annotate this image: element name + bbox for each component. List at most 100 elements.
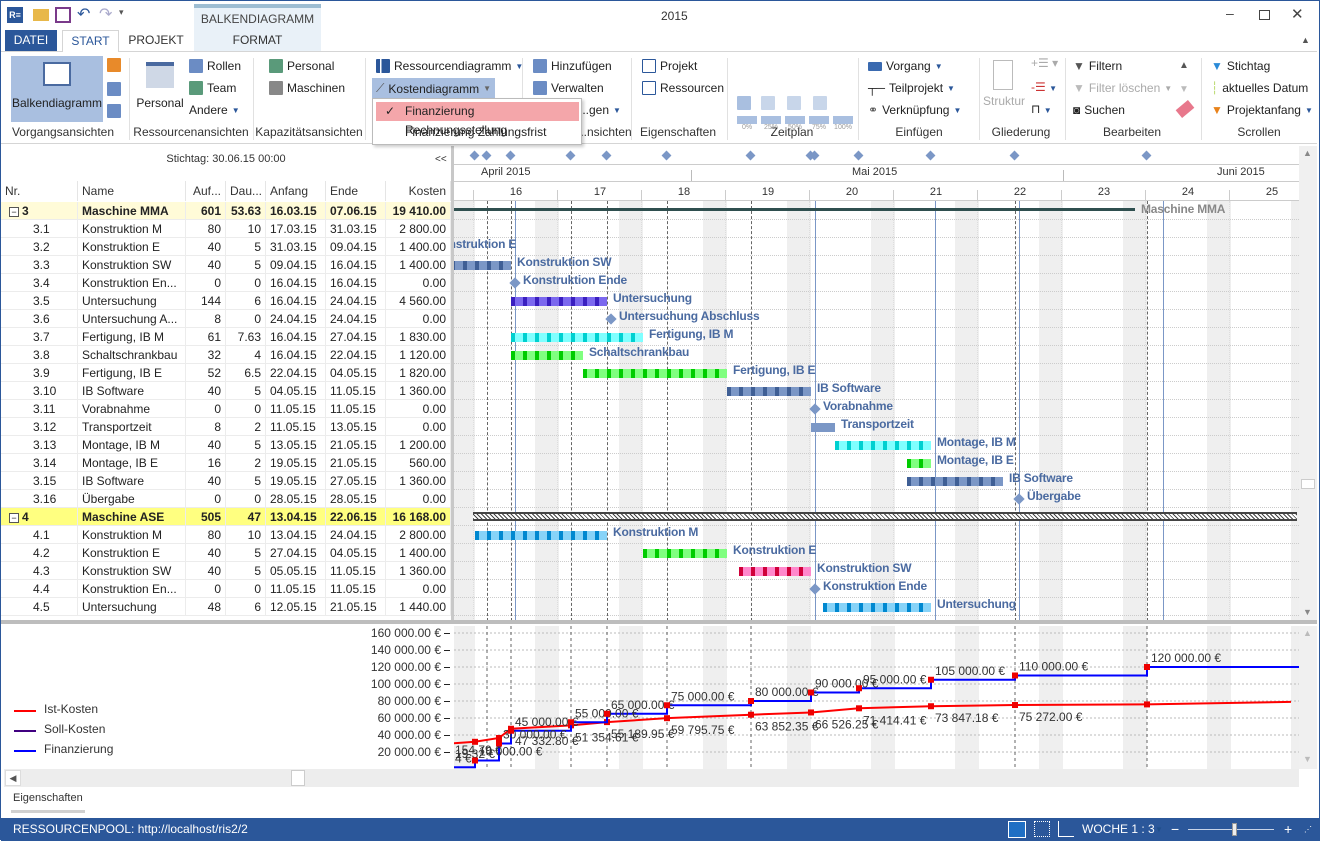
personal-view-button[interactable]: Personal <box>136 58 184 118</box>
table-row[interactable]: 3.11 Vorabnahme 0 0 11.05.15 11.05.15 0.00 <box>1 400 451 418</box>
task-bar[interactable] <box>823 603 931 612</box>
chart-splitter[interactable] <box>1 620 1317 624</box>
task-sheet-icon[interactable] <box>107 58 121 72</box>
task-bar[interactable] <box>511 333 643 342</box>
verwalten-button[interactable]: Verwalten <box>533 78 604 98</box>
minimize-button[interactable]: – <box>1226 5 1234 21</box>
column-header-4[interactable]: Anfang <box>266 181 326 201</box>
aktuelles-datum-button[interactable]: ┆ aktuelles Datum <box>1211 78 1308 98</box>
menu-item-finanzierung-zahlungsfrist[interactable]: Finanzierung Zahlungsfrist <box>376 123 579 142</box>
task-bar[interactable] <box>583 369 727 378</box>
table-row[interactable]: 3.1 Konstruktion M 80 10 17.03.15 31.03.15 2 8… <box>1 220 451 238</box>
rollen-button[interactable]: Rollen <box>189 56 241 76</box>
close-button[interactable]: ✕ <box>1291 5 1304 23</box>
collapse-table-button[interactable]: << <box>435 154 447 165</box>
kostendiagramm-dropdown[interactable]: ⟋ Kostendiagramm ▼ <box>372 78 496 99</box>
respect-links-icon[interactable] <box>737 96 751 110</box>
scroll-up-arrow[interactable]: ▲ <box>1303 628 1312 638</box>
table-row[interactable]: 3.3 Konstruktion SW 40 5 09.04.15 16.04.15 1 4… <box>1 256 451 274</box>
table-row[interactable]: 4.3 Konstruktion SW 40 5 05.05.15 11.05.15 1 3… <box>1 562 451 580</box>
table-row[interactable]: 3.14 Montage, IB E 16 2 19.05.15 21.05.15 560.… <box>1 454 451 472</box>
column-header-3[interactable]: Dau... <box>226 181 266 201</box>
task-bar[interactable] <box>907 459 931 468</box>
task-bar[interactable] <box>835 441 931 450</box>
kapazitaet-personal-button[interactable]: Personal <box>269 56 334 76</box>
split-task-icon[interactable] <box>787 96 801 110</box>
save-icon[interactable] <box>55 7 71 23</box>
network-view-icon[interactable] <box>107 82 121 96</box>
ressourcendiagramm-dropdown[interactable]: Ressourcendiagramm ▼ <box>376 56 523 76</box>
undo-icon[interactable]: ↶ <box>77 7 93 23</box>
task-bar[interactable] <box>511 297 607 306</box>
zoom-in-button[interactable]: + <box>1284 818 1292 841</box>
collapse-toggle-icon[interactable]: − <box>9 513 19 523</box>
scroll-down-arrow[interactable]: ▼ <box>1303 754 1312 764</box>
table-row[interactable]: 3.5 Untersuchung 144 6 16.04.15 24.04.15 4 560… <box>1 292 451 310</box>
vorgang-dropdown[interactable]: Vorgang ▼ <box>868 56 943 76</box>
scroll-up-icon[interactable]: ▲ <box>1179 60 1189 71</box>
indent-icon[interactable]: +☰ ▾ <box>1031 56 1058 70</box>
suchen-button[interactable]: ◙ Suchen <box>1073 100 1125 120</box>
eraser-icon[interactable] <box>1175 100 1195 118</box>
teilprojekt-dropdown[interactable]: ┬─ Teilprojekt ▼ <box>868 78 955 98</box>
zoom-slider-thumb[interactable] <box>1232 823 1238 836</box>
table-row[interactable]: 3.10 IB Software 40 5 04.05.15 11.05.15 1 360.… <box>1 382 451 400</box>
column-header-1[interactable]: Name <box>78 181 186 201</box>
tab-format[interactable]: FORMAT <box>194 30 321 51</box>
table-row[interactable]: 3.16 Übergabe 0 0 28.05.15 28.05.15 0.00 <box>1 490 451 508</box>
summary-row[interactable]: −3 Maschine MMA 601 53.63 16.03.15 07.06.15 19… <box>1 202 451 220</box>
tab-projekt[interactable]: PROJEKT <box>123 30 189 51</box>
resource-view-status-icon[interactable] <box>1034 821 1050 837</box>
resize-grip-icon[interactable]: ⋰ <box>1304 818 1312 841</box>
task-bar[interactable] <box>454 261 511 270</box>
struktur-button[interactable]: Struktur <box>981 58 1027 122</box>
task-bar[interactable] <box>511 351 583 360</box>
gantt-vertical-scrollbar[interactable]: ▲ ▼ <box>1299 146 1317 621</box>
table-row[interactable]: 4.1 Konstruktion M 80 10 13.04.15 24.04.15 2 8… <box>1 526 451 544</box>
column-header-5[interactable]: Ende <box>326 181 386 201</box>
table-row[interactable]: 3.6 Untersuchung A... 8 0 24.04.15 24.04.15 0.… <box>1 310 451 328</box>
column-header-2[interactable]: Auf... <box>186 181 226 201</box>
task-bar[interactable] <box>475 531 607 540</box>
task-bar[interactable] <box>811 423 835 432</box>
calendar-view-icon[interactable] <box>107 104 121 118</box>
chart-view-status-icon[interactable] <box>1058 821 1074 837</box>
open-folder-icon[interactable] <box>33 9 49 21</box>
horizontal-scrollbar[interactable]: ◀ <box>4 769 1299 787</box>
gantt-view-status-icon[interactable] <box>1008 821 1026 838</box>
task-bar[interactable] <box>907 477 1003 486</box>
column-header-0[interactable]: Nr. <box>1 181 78 201</box>
table-row[interactable]: 4.2 Konstruktion E 40 5 27.04.15 04.05.15 1 40… <box>1 544 451 562</box>
customize-dropdown-icon[interactable]: ▾ <box>119 7 127 23</box>
column-header-6[interactable]: Kosten <box>386 181 451 201</box>
menu-item-finanzierung-rechnungsstellung[interactable]: ✓ Finanzierung Rechnungsstellung <box>376 102 579 137</box>
outdent-icon[interactable]: -☰ ▼ <box>1031 80 1057 94</box>
filter-loeschen-button[interactable]: ▼ Filter löschen ▼ <box>1073 78 1172 98</box>
kapazitaet-maschinen-button[interactable]: Maschinen <box>269 78 345 98</box>
tab-datei[interactable]: DATEI <box>5 30 57 51</box>
task-bar[interactable] <box>739 567 811 576</box>
projektanfang-dropdown[interactable]: ▼ Projektanfang ▼ <box>1211 100 1313 120</box>
scroll-up-arrow[interactable]: ▲ <box>1303 148 1312 158</box>
tab-eigenschaften[interactable]: Eigenschaften <box>11 792 85 813</box>
move-down-icon[interactable]: ⊓ ▼ <box>1031 102 1052 116</box>
table-row[interactable]: 4.5 Untersuchung 48 6 12.05.15 21.05.15 1 440.… <box>1 598 451 616</box>
maximize-button[interactable] <box>1259 10 1270 20</box>
team-button[interactable]: Team <box>189 78 236 98</box>
table-row[interactable]: 3.8 Schaltschrankbau 32 4 16.04.15 22.04.15 1 … <box>1 346 451 364</box>
scroll-thumb[interactable] <box>1301 479 1315 489</box>
zoom-out-button[interactable]: − <box>1171 818 1179 841</box>
views-dropdown[interactable]: ...gen ▼ <box>579 100 621 120</box>
ressourcen-properties-button[interactable]: Ressourcen <box>642 78 724 98</box>
tab-start[interactable]: START <box>62 30 119 52</box>
task-bar[interactable] <box>727 387 811 396</box>
filtern-button[interactable]: ▼ Filtern <box>1073 56 1122 76</box>
table-row[interactable]: 3.9 Fertigung, IB E 52 6.5 22.04.15 04.05.15 1… <box>1 364 451 382</box>
chevron-down-icon[interactable]: ▼ <box>1155 818 1163 841</box>
task-bar[interactable] <box>643 549 727 558</box>
table-row[interactable]: 3.13 Montage, IB M 40 5 13.05.15 21.05.15 1 20… <box>1 436 451 454</box>
scroll-left-arrow[interactable]: ◀ <box>5 770 21 786</box>
table-row[interactable]: 3.2 Konstruktion E 40 5 31.03.15 09.04.15 1 40… <box>1 238 451 256</box>
collapse-toggle-icon[interactable]: − <box>9 207 19 217</box>
projekt-properties-button[interactable]: Projekt <box>642 56 697 76</box>
